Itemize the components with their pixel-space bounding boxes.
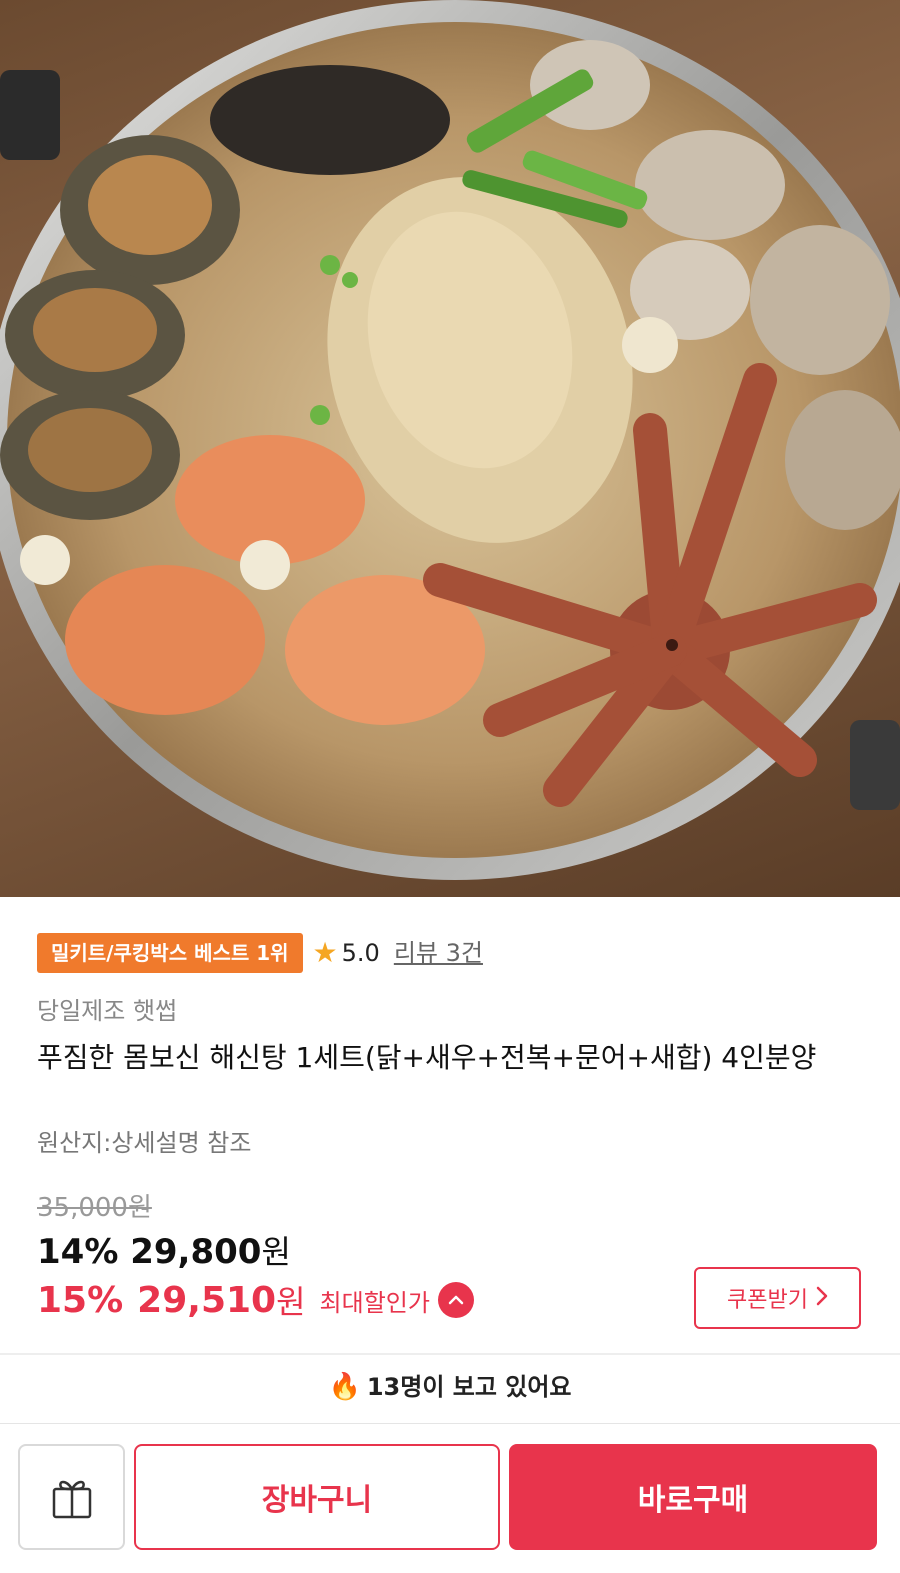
original-price: 35,000원 — [37, 1193, 152, 1223]
product-image — [0, 0, 900, 897]
star-icon: ★ — [312, 936, 338, 969]
origin-info: 원산지:상세설명 참조 — [37, 1129, 252, 1157]
chevron-right-icon — [816, 1284, 828, 1312]
gift-icon — [52, 1480, 91, 1519]
seafood-hotpot-illustration — [0, 0, 900, 880]
max-discount-row: 15% 29,510 원 최대할인가 — [37, 1277, 474, 1323]
badge-row: 밀키트/쿠킹박스 베스트 1위 ★ 5.0 리뷰 3건 — [37, 933, 483, 973]
max-currency-unit: 원 — [276, 1283, 306, 1321]
max-discount-label[interactable]: 최대할인가 — [320, 1283, 430, 1318]
brand-name[interactable]: 당일제조 햇썹 — [37, 991, 177, 1026]
coupon-button-label: 쿠폰받기 — [727, 1288, 808, 1313]
currency-unit: 원 — [261, 1233, 291, 1271]
bottom-action-bar: 장바구니 바로구매 — [0, 1442, 900, 1552]
discount-price-row: 14% 29,800원 — [37, 1227, 291, 1273]
viewers-text: 13명이 보고 있어요 — [366, 1373, 572, 1401]
product-title: 푸짐한 몸보신 해신탕 1세트(닭+새우+전복+문어+새합) 4인분양 — [37, 1041, 817, 1074]
buy-now-button[interactable]: 바로구매 — [509, 1444, 877, 1550]
discount-percent: 14% — [37, 1232, 119, 1272]
section-divider — [0, 1423, 900, 1424]
review-count-link[interactable]: 리뷰 3건 — [394, 933, 483, 973]
section-divider — [0, 1353, 900, 1355]
gift-button[interactable] — [18, 1444, 125, 1550]
best-ranking-badge[interactable]: 밀키트/쿠킹박스 베스트 1위 — [37, 933, 303, 973]
max-discount-percent: 15% — [37, 1279, 124, 1321]
chevron-up-icon[interactable] — [437, 1282, 474, 1318]
discount-price: 29,800 — [130, 1232, 262, 1272]
live-viewers: 🔥 13명이 보고 있어요 — [0, 1367, 900, 1402]
fire-icon: 🔥 — [328, 1372, 361, 1402]
max-discount-price: 29,510 — [137, 1279, 277, 1321]
add-to-cart-button[interactable]: 장바구니 — [134, 1444, 500, 1550]
rating-value: 5.0 — [341, 939, 380, 967]
coupon-download-button[interactable]: 쿠폰받기 — [694, 1267, 861, 1329]
